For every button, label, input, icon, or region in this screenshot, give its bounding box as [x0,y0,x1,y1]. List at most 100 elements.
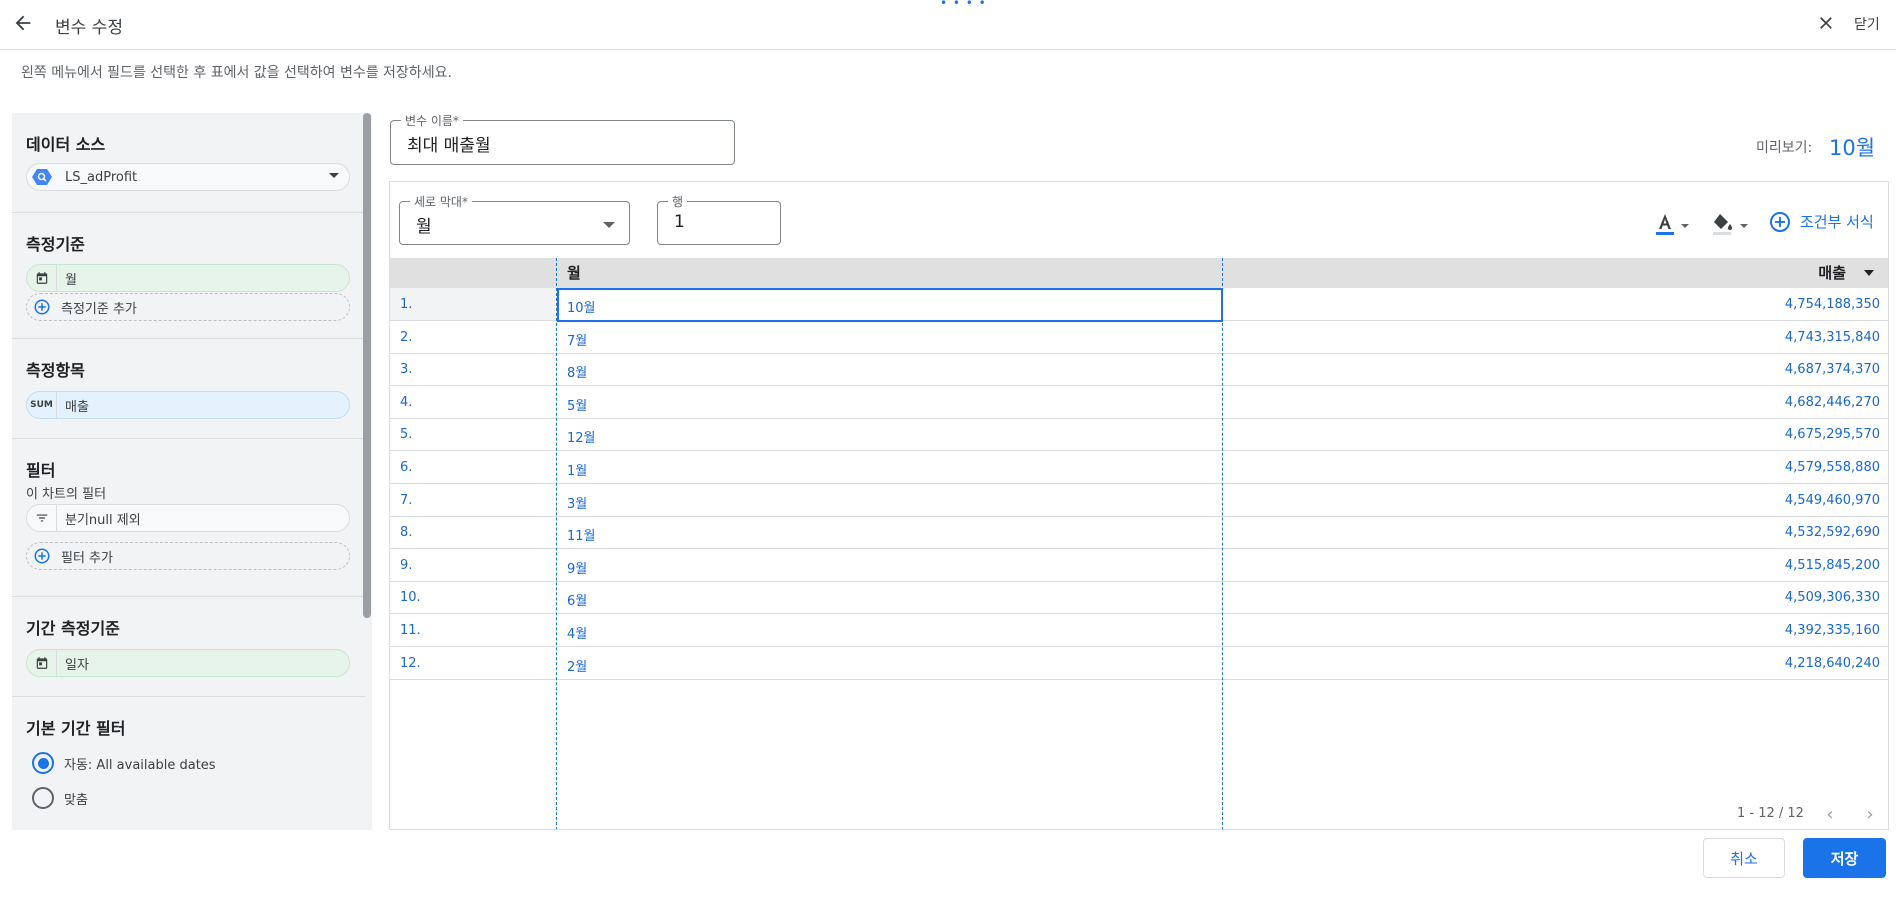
table-row[interactable]: 5. 12월 4,675,295,570 [390,418,1888,452]
table-row[interactable]: 3. 8월 4,687,374,370 [390,353,1888,387]
bigquery-icon [27,164,57,190]
date-dimension-chip[interactable]: 일자 [26,649,350,677]
dimension-chip[interactable]: 월 [26,264,350,292]
date-range-auto-label: 자동: All available dates [64,757,216,773]
date-range-custom-option[interactable]: 맞춤 [32,787,88,809]
data-source-name: LS_adProfit [65,169,138,185]
back-arrow-icon[interactable] [10,10,36,36]
sales-cell[interactable]: 4,743,315,840 [1785,330,1880,345]
table-row[interactable]: 4. 5월 4,682,446,270 [390,386,1888,419]
sales-cell[interactable]: 4,682,446,270 [1785,395,1880,410]
row-input-value: 1 [674,212,685,232]
add-circle-icon [27,543,57,569]
month-cell[interactable]: 3월 [567,493,587,512]
month-cell[interactable]: 10월 [567,297,596,316]
sales-cell[interactable]: 4,754,188,350 [1785,297,1880,312]
fill-color-icon [1713,214,1732,235]
add-dimension-button[interactable]: 측정기준 추가 [26,293,350,321]
column-header-month[interactable]: 월 [567,262,581,283]
metric-chip[interactable]: SUM 매출 [26,391,350,419]
cancel-button[interactable]: 취소 [1703,838,1785,878]
text-color-button[interactable] [1655,212,1689,236]
table-row[interactable]: 9. 9월 4,515,845,200 [390,549,1888,582]
add-filter-button[interactable]: 필터 추가 [26,542,350,570]
conditional-format-button[interactable]: + 조건부 서식 [1770,211,1874,232]
sales-cell[interactable]: 4,515,845,200 [1785,558,1880,573]
variable-name-label: 변수 이름* [401,112,463,129]
metric-title: 측정항목 [26,361,85,380]
variable-name-field[interactable]: 변수 이름* 최대 매출월 [390,112,735,165]
date-range-title: 기본 기간 필터 [26,719,126,738]
table-row[interactable]: 2. 7월 4,743,315,840 [390,321,1888,354]
sum-aggregation-icon: SUM [27,392,57,418]
table-row[interactable]: 8. 11월 4,532,592,690 [390,516,1888,550]
filter-chip[interactable]: 분기null 제외 [26,504,350,532]
sidebar-scrollbar[interactable] [363,113,371,618]
drag-handle-icon[interactable]: • • • • [940,0,987,9]
date-range-auto-option[interactable]: 자동: All available dates [32,752,216,774]
dialog-title: 변수 수정 [55,18,123,38]
month-cell[interactable]: 5월 [567,395,587,414]
fill-color-button[interactable] [1712,212,1748,236]
row-index-cell [390,484,557,516]
radio-unchecked-icon[interactable] [32,787,54,809]
save-button[interactable]: 저장 [1803,838,1886,878]
month-cell[interactable]: 4월 [567,623,587,642]
sales-cell[interactable]: 4,687,374,370 [1785,362,1880,377]
month-cell[interactable]: 2월 [567,656,587,675]
chevron-down-icon [1740,224,1748,228]
dimension-chip-label: 월 [65,272,77,288]
sales-cell[interactable]: 4,509,306,330 [1785,590,1880,605]
table-row[interactable]: 6. 1월 4,579,558,880 [390,451,1888,484]
row-index: 6. [400,460,413,475]
row-index-cell [390,288,557,320]
column-header-sales[interactable]: 매출 [1818,262,1846,283]
add-circle-icon: + [1770,211,1790,232]
chevron-left-icon[interactable]: ‹ [1820,803,1840,825]
filter-title: 필터 [26,461,56,480]
row-index: 8. [400,525,413,541]
sales-cell[interactable]: 4,392,335,160 [1785,623,1880,638]
date-range-custom-label: 맞춤 [64,792,88,808]
table-row[interactable]: 11. 4월 4,392,335,160 [390,614,1888,647]
sales-cell[interactable]: 4,218,640,240 [1785,656,1880,671]
metric-section: 측정항목 SUM 매출 [12,339,366,439]
month-cell[interactable]: 1월 [567,460,587,479]
sort-descending-icon[interactable] [1864,270,1874,276]
row-input[interactable]: 행 1 [657,193,781,245]
dimension-title: 측정기준 [26,235,85,254]
sales-cell[interactable]: 4,579,558,880 [1785,460,1880,475]
row-index-cell [390,549,557,581]
row-index: 2. [400,329,413,345]
variable-name-value: 최대 매출월 [407,136,491,156]
chevron-right-icon[interactable]: › [1860,803,1880,825]
close-icon[interactable] [1814,11,1838,35]
chevron-down-icon [603,222,615,228]
data-source-selector[interactable]: LS_adProfit [26,163,350,191]
instruction-text: 왼쪽 메뉴에서 필드를 선택한 후 표에서 값을 선택하여 변수를 저장하세요. [21,65,452,81]
row-index: 9. [400,557,413,573]
month-cell[interactable]: 11월 [567,525,596,544]
sales-cell[interactable]: 4,675,295,570 [1785,427,1880,442]
month-cell[interactable]: 9월 [567,558,587,577]
table-row[interactable]: 10. 6월 4,509,306,330 [390,581,1888,615]
sales-cell[interactable]: 4,532,592,690 [1785,525,1880,540]
sales-cell[interactable]: 4,549,460,970 [1785,493,1880,508]
column-select[interactable]: 세로 막대* 월 [399,193,630,245]
month-cell[interactable]: 12월 [567,427,596,446]
radio-checked-icon[interactable] [32,752,54,774]
table-row[interactable]: 7. 3월 4,549,460,970 [390,484,1888,517]
row-index-cell [390,451,557,483]
month-cell[interactable]: 6월 [567,590,587,609]
add-dimension-label: 측정기준 추가 [61,301,137,317]
row-index: 11. [400,623,421,638]
conditional-format-label: 조건부 서식 [1800,213,1874,231]
table-row[interactable]: 12. 2월 4,218,640,240 [390,647,1888,680]
close-button[interactable]: 닫기 [1854,14,1880,34]
table-panel: 세로 막대* 월 행 1 월 매출 1. 10월 4,754,188,350 2. 7월… [389,181,1889,830]
table-row[interactable]: 1. 10월 4,754,188,350 [390,288,1888,321]
month-cell[interactable]: 7월 [567,330,587,349]
pagination-label: 1 - 12 / 12 [1737,806,1804,821]
date-dimension-title: 기간 측정기준 [26,619,120,638]
month-cell[interactable]: 8월 [567,362,587,381]
